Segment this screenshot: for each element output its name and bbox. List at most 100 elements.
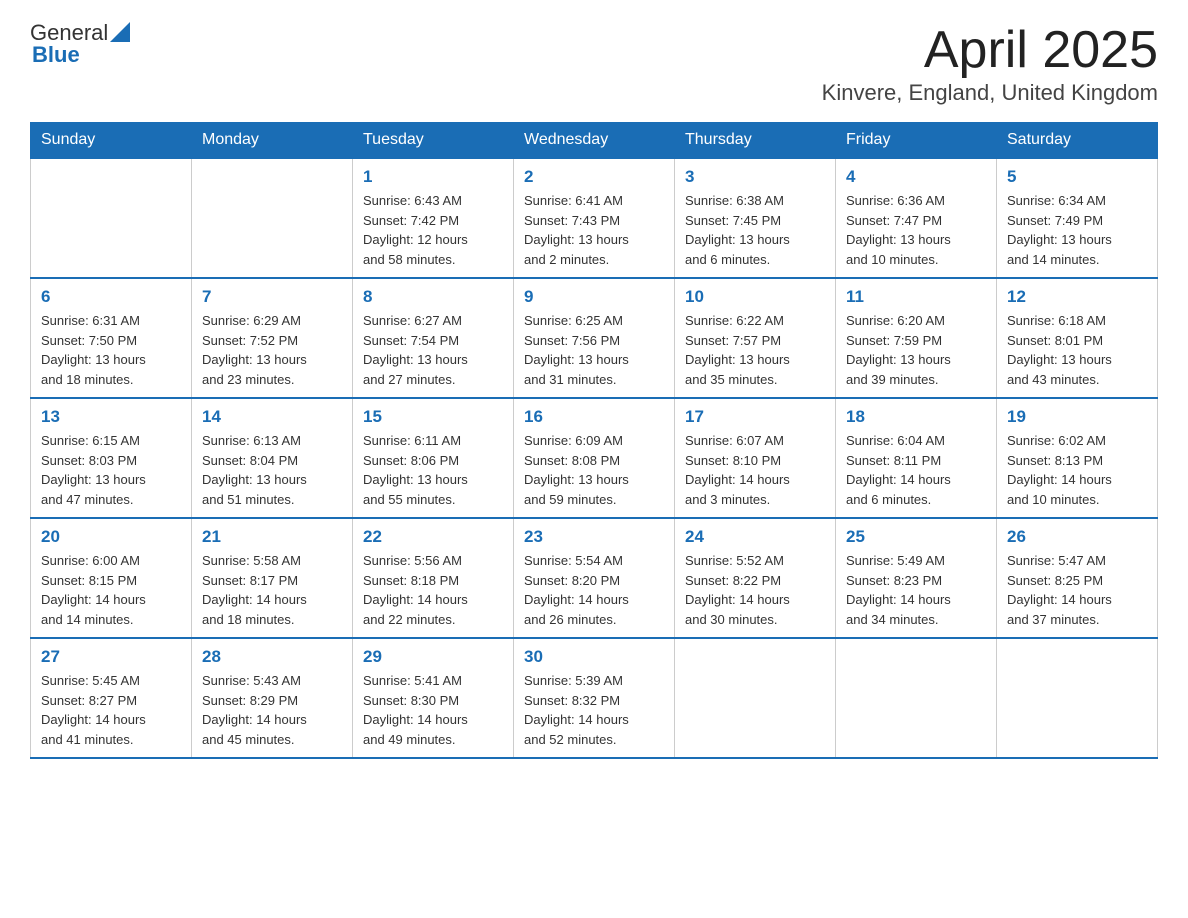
calendar-cell [675,638,836,758]
calendar-cell: 30 Sunrise: 5:39 AM Sunset: 8:32 PM Dayli… [514,638,675,758]
weekday-header-monday: Monday [192,123,353,159]
day-number: 11 [846,287,986,307]
logo: General Blue [30,20,130,68]
calendar-cell: 28 Sunrise: 5:43 AM Sunset: 8:29 PM Dayli… [192,638,353,758]
day-number: 7 [202,287,342,307]
calendar-cell: 29 Sunrise: 5:41 AM Sunset: 8:30 PM Dayli… [353,638,514,758]
weekday-header-saturday: Saturday [997,123,1158,159]
weekday-header-thursday: Thursday [675,123,836,159]
calendar-cell [997,638,1158,758]
calendar-cell: 18 Sunrise: 6:04 AM Sunset: 8:11 PM Dayli… [836,398,997,518]
day-info: Sunrise: 6:41 AM Sunset: 7:43 PM Dayligh… [524,191,664,269]
day-number: 15 [363,407,503,427]
day-info: Sunrise: 6:18 AM Sunset: 8:01 PM Dayligh… [1007,311,1147,389]
day-info: Sunrise: 6:36 AM Sunset: 7:47 PM Dayligh… [846,191,986,269]
day-number: 28 [202,647,342,667]
calendar-cell: 16Sunrise: 6:09 AM Sunset: 8:08 PM Dayli… [514,398,675,518]
weekday-header-tuesday: Tuesday [353,123,514,159]
day-info: Sunrise: 6:15 AM Sunset: 8:03 PM Dayligh… [41,431,181,509]
day-number: 26 [1007,527,1147,547]
calendar-cell: 14 Sunrise: 6:13 AM Sunset: 8:04 PM Dayli… [192,398,353,518]
calendar-cell: 5 Sunrise: 6:34 AM Sunset: 7:49 PM Daylig… [997,158,1158,278]
calendar-cell: 7 Sunrise: 6:29 AM Sunset: 7:52 PM Daylig… [192,278,353,398]
day-number: 30 [524,647,664,667]
calendar-cell [836,638,997,758]
calendar-week-row: 6 Sunrise: 6:31 AM Sunset: 7:50 PM Daylig… [31,278,1158,398]
day-info: Sunrise: 6:11 AM Sunset: 8:06 PM Dayligh… [363,431,503,509]
calendar-cell: 15 Sunrise: 6:11 AM Sunset: 8:06 PM Dayli… [353,398,514,518]
calendar-cell: 21 Sunrise: 5:58 AM Sunset: 8:17 PM Dayli… [192,518,353,638]
day-number: 16 [524,407,664,427]
day-number: 29 [363,647,503,667]
calendar-cell: 1 Sunrise: 6:43 AM Sunset: 7:42 PM Daylig… [353,158,514,278]
page-title: April 2025 [822,20,1158,80]
logo-blue-text: Blue [32,42,80,68]
day-number: 14 [202,407,342,427]
day-info: Sunrise: 6:38 AM Sunset: 7:45 PM Dayligh… [685,191,825,269]
calendar-cell: 12 Sunrise: 6:18 AM Sunset: 8:01 PM Dayli… [997,278,1158,398]
calendar-cell: 20 Sunrise: 6:00 AM Sunset: 8:15 PM Dayli… [31,518,192,638]
day-number: 13 [41,407,181,427]
calendar-week-row: 1 Sunrise: 6:43 AM Sunset: 7:42 PM Daylig… [31,158,1158,278]
day-number: 8 [363,287,503,307]
day-number: 6 [41,287,181,307]
day-info: Sunrise: 5:43 AM Sunset: 8:29 PM Dayligh… [202,671,342,749]
day-info: Sunrise: 6:22 AM Sunset: 7:57 PM Dayligh… [685,311,825,389]
day-info: Sunrise: 5:47 AM Sunset: 8:25 PM Dayligh… [1007,551,1147,629]
day-number: 17 [685,407,825,427]
day-number: 3 [685,167,825,187]
calendar-week-row: 27Sunrise: 5:45 AM Sunset: 8:27 PM Dayli… [31,638,1158,758]
day-info: Sunrise: 6:00 AM Sunset: 8:15 PM Dayligh… [41,551,181,629]
calendar-cell: 2 Sunrise: 6:41 AM Sunset: 7:43 PM Daylig… [514,158,675,278]
calendar-cell [31,158,192,278]
day-info: Sunrise: 6:34 AM Sunset: 7:49 PM Dayligh… [1007,191,1147,269]
day-info: Sunrise: 5:56 AM Sunset: 8:18 PM Dayligh… [363,551,503,629]
title-section: April 2025 Kinvere, England, United King… [822,20,1158,106]
day-number: 1 [363,167,503,187]
day-number: 25 [846,527,986,547]
day-number: 12 [1007,287,1147,307]
weekday-header-friday: Friday [836,123,997,159]
day-info: Sunrise: 6:29 AM Sunset: 7:52 PM Dayligh… [202,311,342,389]
day-number: 20 [41,527,181,547]
day-number: 19 [1007,407,1147,427]
day-info: Sunrise: 5:39 AM Sunset: 8:32 PM Dayligh… [524,671,664,749]
day-info: Sunrise: 5:41 AM Sunset: 8:30 PM Dayligh… [363,671,503,749]
calendar-week-row: 13 Sunrise: 6:15 AM Sunset: 8:03 PM Dayli… [31,398,1158,518]
calendar-cell: 13 Sunrise: 6:15 AM Sunset: 8:03 PM Dayli… [31,398,192,518]
calendar-cell: 26 Sunrise: 5:47 AM Sunset: 8:25 PM Dayli… [997,518,1158,638]
day-info: Sunrise: 6:43 AM Sunset: 7:42 PM Dayligh… [363,191,503,269]
weekday-header-sunday: Sunday [31,123,192,159]
day-number: 4 [846,167,986,187]
calendar-cell [192,158,353,278]
day-info: Sunrise: 6:20 AM Sunset: 7:59 PM Dayligh… [846,311,986,389]
day-number: 5 [1007,167,1147,187]
day-number: 18 [846,407,986,427]
calendar-cell: 8Sunrise: 6:27 AM Sunset: 7:54 PM Daylig… [353,278,514,398]
calendar-cell: 11 Sunrise: 6:20 AM Sunset: 7:59 PM Dayli… [836,278,997,398]
weekday-header-wednesday: Wednesday [514,123,675,159]
day-number: 22 [363,527,503,547]
calendar-cell: 22 Sunrise: 5:56 AM Sunset: 8:18 PM Dayli… [353,518,514,638]
day-number: 9 [524,287,664,307]
day-number: 2 [524,167,664,187]
day-number: 21 [202,527,342,547]
day-info: Sunrise: 6:25 AM Sunset: 7:56 PM Dayligh… [524,311,664,389]
calendar-cell: 4 Sunrise: 6:36 AM Sunset: 7:47 PM Daylig… [836,158,997,278]
day-info: Sunrise: 6:07 AM Sunset: 8:10 PM Dayligh… [685,431,825,509]
calendar-cell: 23Sunrise: 5:54 AM Sunset: 8:20 PM Dayli… [514,518,675,638]
day-info: Sunrise: 6:13 AM Sunset: 8:04 PM Dayligh… [202,431,342,509]
day-info: Sunrise: 5:45 AM Sunset: 8:27 PM Dayligh… [41,671,181,749]
day-number: 10 [685,287,825,307]
day-info: Sunrise: 6:04 AM Sunset: 8:11 PM Dayligh… [846,431,986,509]
calendar-cell: 27Sunrise: 5:45 AM Sunset: 8:27 PM Dayli… [31,638,192,758]
page-subtitle: Kinvere, England, United Kingdom [822,80,1158,106]
logo-triangle-icon [110,22,130,42]
calendar-cell: 9 Sunrise: 6:25 AM Sunset: 7:56 PM Daylig… [514,278,675,398]
day-number: 24 [685,527,825,547]
calendar-table: SundayMondayTuesdayWednesdayThursdayFrid… [30,122,1158,759]
day-info: Sunrise: 5:58 AM Sunset: 8:17 PM Dayligh… [202,551,342,629]
calendar-cell: 17 Sunrise: 6:07 AM Sunset: 8:10 PM Dayli… [675,398,836,518]
calendar-cell: 3 Sunrise: 6:38 AM Sunset: 7:45 PM Daylig… [675,158,836,278]
day-info: Sunrise: 6:31 AM Sunset: 7:50 PM Dayligh… [41,311,181,389]
